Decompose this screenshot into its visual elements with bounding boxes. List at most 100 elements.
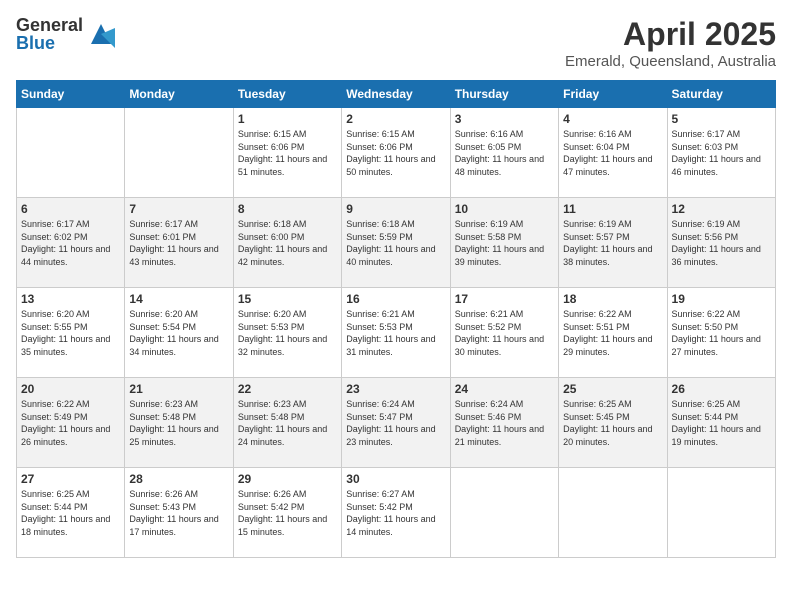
calendar-cell: 21 Sunrise: 6:23 AM Sunset: 5:48 PM Dayli… [125,378,233,468]
day-info: Sunrise: 6:15 AM Sunset: 6:06 PM Dayligh… [346,128,445,178]
weekday-header-saturday: Saturday [667,81,775,108]
day-number: 3 [455,112,554,126]
day-number: 13 [21,292,120,306]
weekday-header-wednesday: Wednesday [342,81,450,108]
day-info: Sunrise: 6:18 AM Sunset: 6:00 PM Dayligh… [238,218,337,268]
calendar-cell: 13 Sunrise: 6:20 AM Sunset: 5:55 PM Dayli… [17,288,125,378]
calendar-cell: 12 Sunrise: 6:19 AM Sunset: 5:56 PM Dayli… [667,198,775,288]
day-info: Sunrise: 6:15 AM Sunset: 6:06 PM Dayligh… [238,128,337,178]
calendar-cell [667,468,775,558]
day-info: Sunrise: 6:21 AM Sunset: 5:52 PM Dayligh… [455,308,554,358]
day-number: 23 [346,382,445,396]
day-number: 16 [346,292,445,306]
day-info: Sunrise: 6:20 AM Sunset: 5:54 PM Dayligh… [129,308,228,358]
day-number: 17 [455,292,554,306]
day-number: 21 [129,382,228,396]
calendar-cell: 18 Sunrise: 6:22 AM Sunset: 5:51 PM Dayli… [559,288,667,378]
calendar-cell [450,468,558,558]
day-number: 6 [21,202,120,216]
day-number: 25 [563,382,662,396]
day-info: Sunrise: 6:22 AM Sunset: 5:51 PM Dayligh… [563,308,662,358]
day-info: Sunrise: 6:16 AM Sunset: 6:04 PM Dayligh… [563,128,662,178]
logo-icon [87,20,115,48]
calendar-cell: 29 Sunrise: 6:26 AM Sunset: 5:42 PM Dayli… [233,468,341,558]
calendar-cell [17,108,125,198]
weekday-header-sunday: Sunday [17,81,125,108]
day-number: 18 [563,292,662,306]
day-number: 27 [21,472,120,486]
day-info: Sunrise: 6:24 AM Sunset: 5:46 PM Dayligh… [455,398,554,448]
day-number: 5 [672,112,771,126]
day-info: Sunrise: 6:27 AM Sunset: 5:42 PM Dayligh… [346,488,445,538]
calendar-cell: 30 Sunrise: 6:27 AM Sunset: 5:42 PM Dayli… [342,468,450,558]
calendar-cell: 11Sunrise: 6:19 AM Sunset: 5:57 PM Dayli… [559,198,667,288]
day-info: Sunrise: 6:17 AM Sunset: 6:01 PM Dayligh… [129,218,228,268]
day-info: Sunrise: 6:19 AM Sunset: 5:58 PM Dayligh… [455,218,554,268]
day-info: Sunrise: 6:25 AM Sunset: 5:45 PM Dayligh… [563,398,662,448]
month-title: April 2025 [565,16,776,53]
page-header: General Blue April 2025 Emerald, Queensl… [16,16,776,70]
day-number: 30 [346,472,445,486]
day-info: Sunrise: 6:24 AM Sunset: 5:47 PM Dayligh… [346,398,445,448]
week-row-1: 1 Sunrise: 6:15 AM Sunset: 6:06 PM Daylig… [17,108,776,198]
day-number: 24 [455,382,554,396]
calendar-cell: 5 Sunrise: 6:17 AM Sunset: 6:03 PM Daylig… [667,108,775,198]
day-number: 20 [21,382,120,396]
calendar-cell: 23 Sunrise: 6:24 AM Sunset: 5:47 PM Dayli… [342,378,450,468]
location-title: Emerald, Queensland, Australia [565,53,776,70]
day-number: 15 [238,292,337,306]
day-info: Sunrise: 6:22 AM Sunset: 5:50 PM Dayligh… [672,308,771,358]
day-number: 19 [672,292,771,306]
weekday-header-friday: Friday [559,81,667,108]
day-number: 26 [672,382,771,396]
weekday-header-monday: Monday [125,81,233,108]
calendar-cell: 19 Sunrise: 6:22 AM Sunset: 5:50 PM Dayli… [667,288,775,378]
day-number: 1 [238,112,337,126]
calendar-cell: 22 Sunrise: 6:23 AM Sunset: 5:48 PM Dayli… [233,378,341,468]
day-number: 29 [238,472,337,486]
calendar-cell: 17 Sunrise: 6:21 AM Sunset: 5:52 PM Dayli… [450,288,558,378]
calendar-cell: 9Sunrise: 6:18 AM Sunset: 5:59 PM Daylig… [342,198,450,288]
calendar-cell: 24 Sunrise: 6:24 AM Sunset: 5:46 PM Dayli… [450,378,558,468]
day-info: Sunrise: 6:20 AM Sunset: 5:55 PM Dayligh… [21,308,120,358]
day-info: Sunrise: 6:17 AM Sunset: 6:03 PM Dayligh… [672,128,771,178]
day-number: 4 [563,112,662,126]
day-number: 2 [346,112,445,126]
day-info: Sunrise: 6:25 AM Sunset: 5:44 PM Dayligh… [672,398,771,448]
week-row-5: 27 Sunrise: 6:25 AM Sunset: 5:44 PM Dayli… [17,468,776,558]
calendar-cell: 14Sunrise: 6:20 AM Sunset: 5:54 PM Dayli… [125,288,233,378]
day-info: Sunrise: 6:26 AM Sunset: 5:42 PM Dayligh… [238,488,337,538]
day-info: Sunrise: 6:23 AM Sunset: 5:48 PM Dayligh… [238,398,337,448]
calendar-cell: 26 Sunrise: 6:25 AM Sunset: 5:44 PM Dayli… [667,378,775,468]
calendar-cell: 27 Sunrise: 6:25 AM Sunset: 5:44 PM Dayli… [17,468,125,558]
calendar: SundayMondayTuesdayWednesdayThursdayFrid… [16,80,776,558]
day-number: 10 [455,202,554,216]
calendar-cell: 25 Sunrise: 6:25 AM Sunset: 5:45 PM Dayli… [559,378,667,468]
calendar-cell: 20Sunrise: 6:22 AM Sunset: 5:49 PM Dayli… [17,378,125,468]
calendar-cell: 7 Sunrise: 6:17 AM Sunset: 6:01 PM Daylig… [125,198,233,288]
day-info: Sunrise: 6:17 AM Sunset: 6:02 PM Dayligh… [21,218,120,268]
calendar-cell: 8 Sunrise: 6:18 AM Sunset: 6:00 PM Daylig… [233,198,341,288]
calendar-cell: 28Sunrise: 6:26 AM Sunset: 5:43 PM Dayli… [125,468,233,558]
day-info: Sunrise: 6:23 AM Sunset: 5:48 PM Dayligh… [129,398,228,448]
calendar-cell: 4 Sunrise: 6:16 AM Sunset: 6:04 PM Daylig… [559,108,667,198]
day-number: 9 [346,202,445,216]
week-row-3: 13 Sunrise: 6:20 AM Sunset: 5:55 PM Dayli… [17,288,776,378]
weekday-header-thursday: Thursday [450,81,558,108]
calendar-cell: 16 Sunrise: 6:21 AM Sunset: 5:53 PM Dayli… [342,288,450,378]
weekday-header-tuesday: Tuesday [233,81,341,108]
day-number: 22 [238,382,337,396]
day-info: Sunrise: 6:19 AM Sunset: 5:56 PM Dayligh… [672,218,771,268]
calendar-cell: 1 Sunrise: 6:15 AM Sunset: 6:06 PM Daylig… [233,108,341,198]
day-number: 7 [129,202,228,216]
logo: General Blue [16,16,115,52]
day-info: Sunrise: 6:25 AM Sunset: 5:44 PM Dayligh… [21,488,120,538]
calendar-cell: 3Sunrise: 6:16 AM Sunset: 6:05 PM Daylig… [450,108,558,198]
day-info: Sunrise: 6:21 AM Sunset: 5:53 PM Dayligh… [346,308,445,358]
day-info: Sunrise: 6:26 AM Sunset: 5:43 PM Dayligh… [129,488,228,538]
day-number: 12 [672,202,771,216]
day-number: 11 [563,202,662,216]
day-number: 8 [238,202,337,216]
calendar-cell: 6 Sunrise: 6:17 AM Sunset: 6:02 PM Daylig… [17,198,125,288]
logo-blue-text: Blue [16,34,83,52]
